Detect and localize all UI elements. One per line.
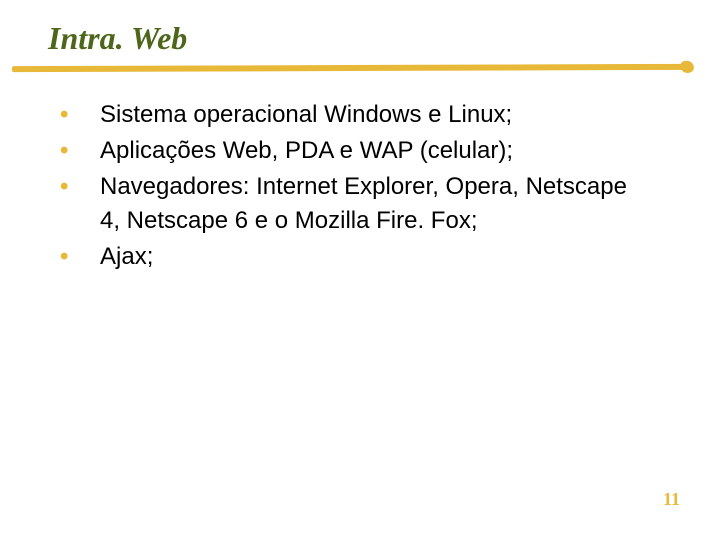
bullet-icon: •	[60, 98, 100, 132]
list-item: • Ajax;	[60, 240, 650, 274]
bullet-icon: •	[60, 240, 100, 274]
title-underline	[12, 64, 692, 72]
bullet-text: Sistema operacional Windows e Linux;	[100, 98, 512, 132]
list-item: • Navegadores: Internet Explorer, Opera,…	[60, 170, 650, 238]
bullet-icon: •	[60, 134, 100, 168]
page-number: 11	[663, 489, 680, 510]
bullet-text: Aplicações Web, PDA e WAP (celular);	[100, 134, 513, 168]
list-item: • Aplicações Web, PDA e WAP (celular);	[60, 134, 650, 168]
list-item: • Sistema operacional Windows e Linux;	[60, 98, 650, 132]
slide-title: Intra. Web	[48, 20, 187, 57]
bullet-text: Ajax;	[100, 240, 153, 274]
bullet-icon: •	[60, 170, 100, 204]
bullet-list: • Sistema operacional Windows e Linux; •…	[60, 98, 650, 276]
bullet-text: Navegadores: Internet Explorer, Opera, N…	[100, 170, 650, 238]
